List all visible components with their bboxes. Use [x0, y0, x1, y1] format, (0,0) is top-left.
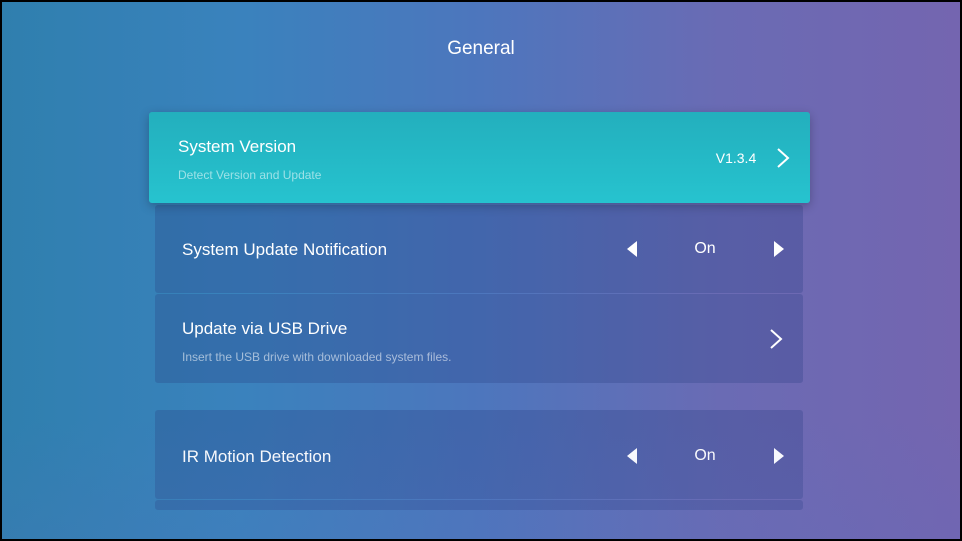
menu-item-sublabel: Insert the USB drive with downloaded sys… — [182, 350, 452, 364]
menu-item-label: System Update Notification — [182, 240, 388, 259]
menu-item-sublabel: Detect Version and Update — [178, 168, 322, 182]
option-value: On — [694, 447, 716, 464]
chevron-right-icon[interactable] — [769, 328, 783, 350]
page-title: General — [447, 38, 515, 59]
arrow-right-icon[interactable] — [773, 240, 785, 258]
version-value: V1.3.4 — [715, 150, 757, 166]
menu-item-partial[interactable] — [155, 500, 803, 510]
chevron-right-icon[interactable] — [776, 147, 790, 169]
option-value: On — [694, 240, 716, 257]
menu-item-ir-motion-detection[interactable]: IR Motion Detection On — [155, 410, 803, 499]
menu-item-label: Update via USB Drive — [182, 319, 348, 338]
arrow-left-icon[interactable] — [626, 447, 638, 465]
menu-item-label: System Version — [178, 137, 297, 156]
menu-item-system-update-notification[interactable]: System Update Notification On — [155, 205, 803, 293]
menu-item-update-via-usb[interactable]: Update via USB Drive Insert the USB driv… — [155, 294, 803, 383]
arrow-left-icon[interactable] — [626, 240, 638, 258]
menu-item-system-version[interactable]: System Version Detect Version and Update… — [149, 112, 810, 203]
menu-item-label: IR Motion Detection — [182, 447, 332, 466]
arrow-right-icon[interactable] — [773, 447, 785, 465]
settings-screen: General System Version Detect Version an… — [2, 2, 960, 539]
